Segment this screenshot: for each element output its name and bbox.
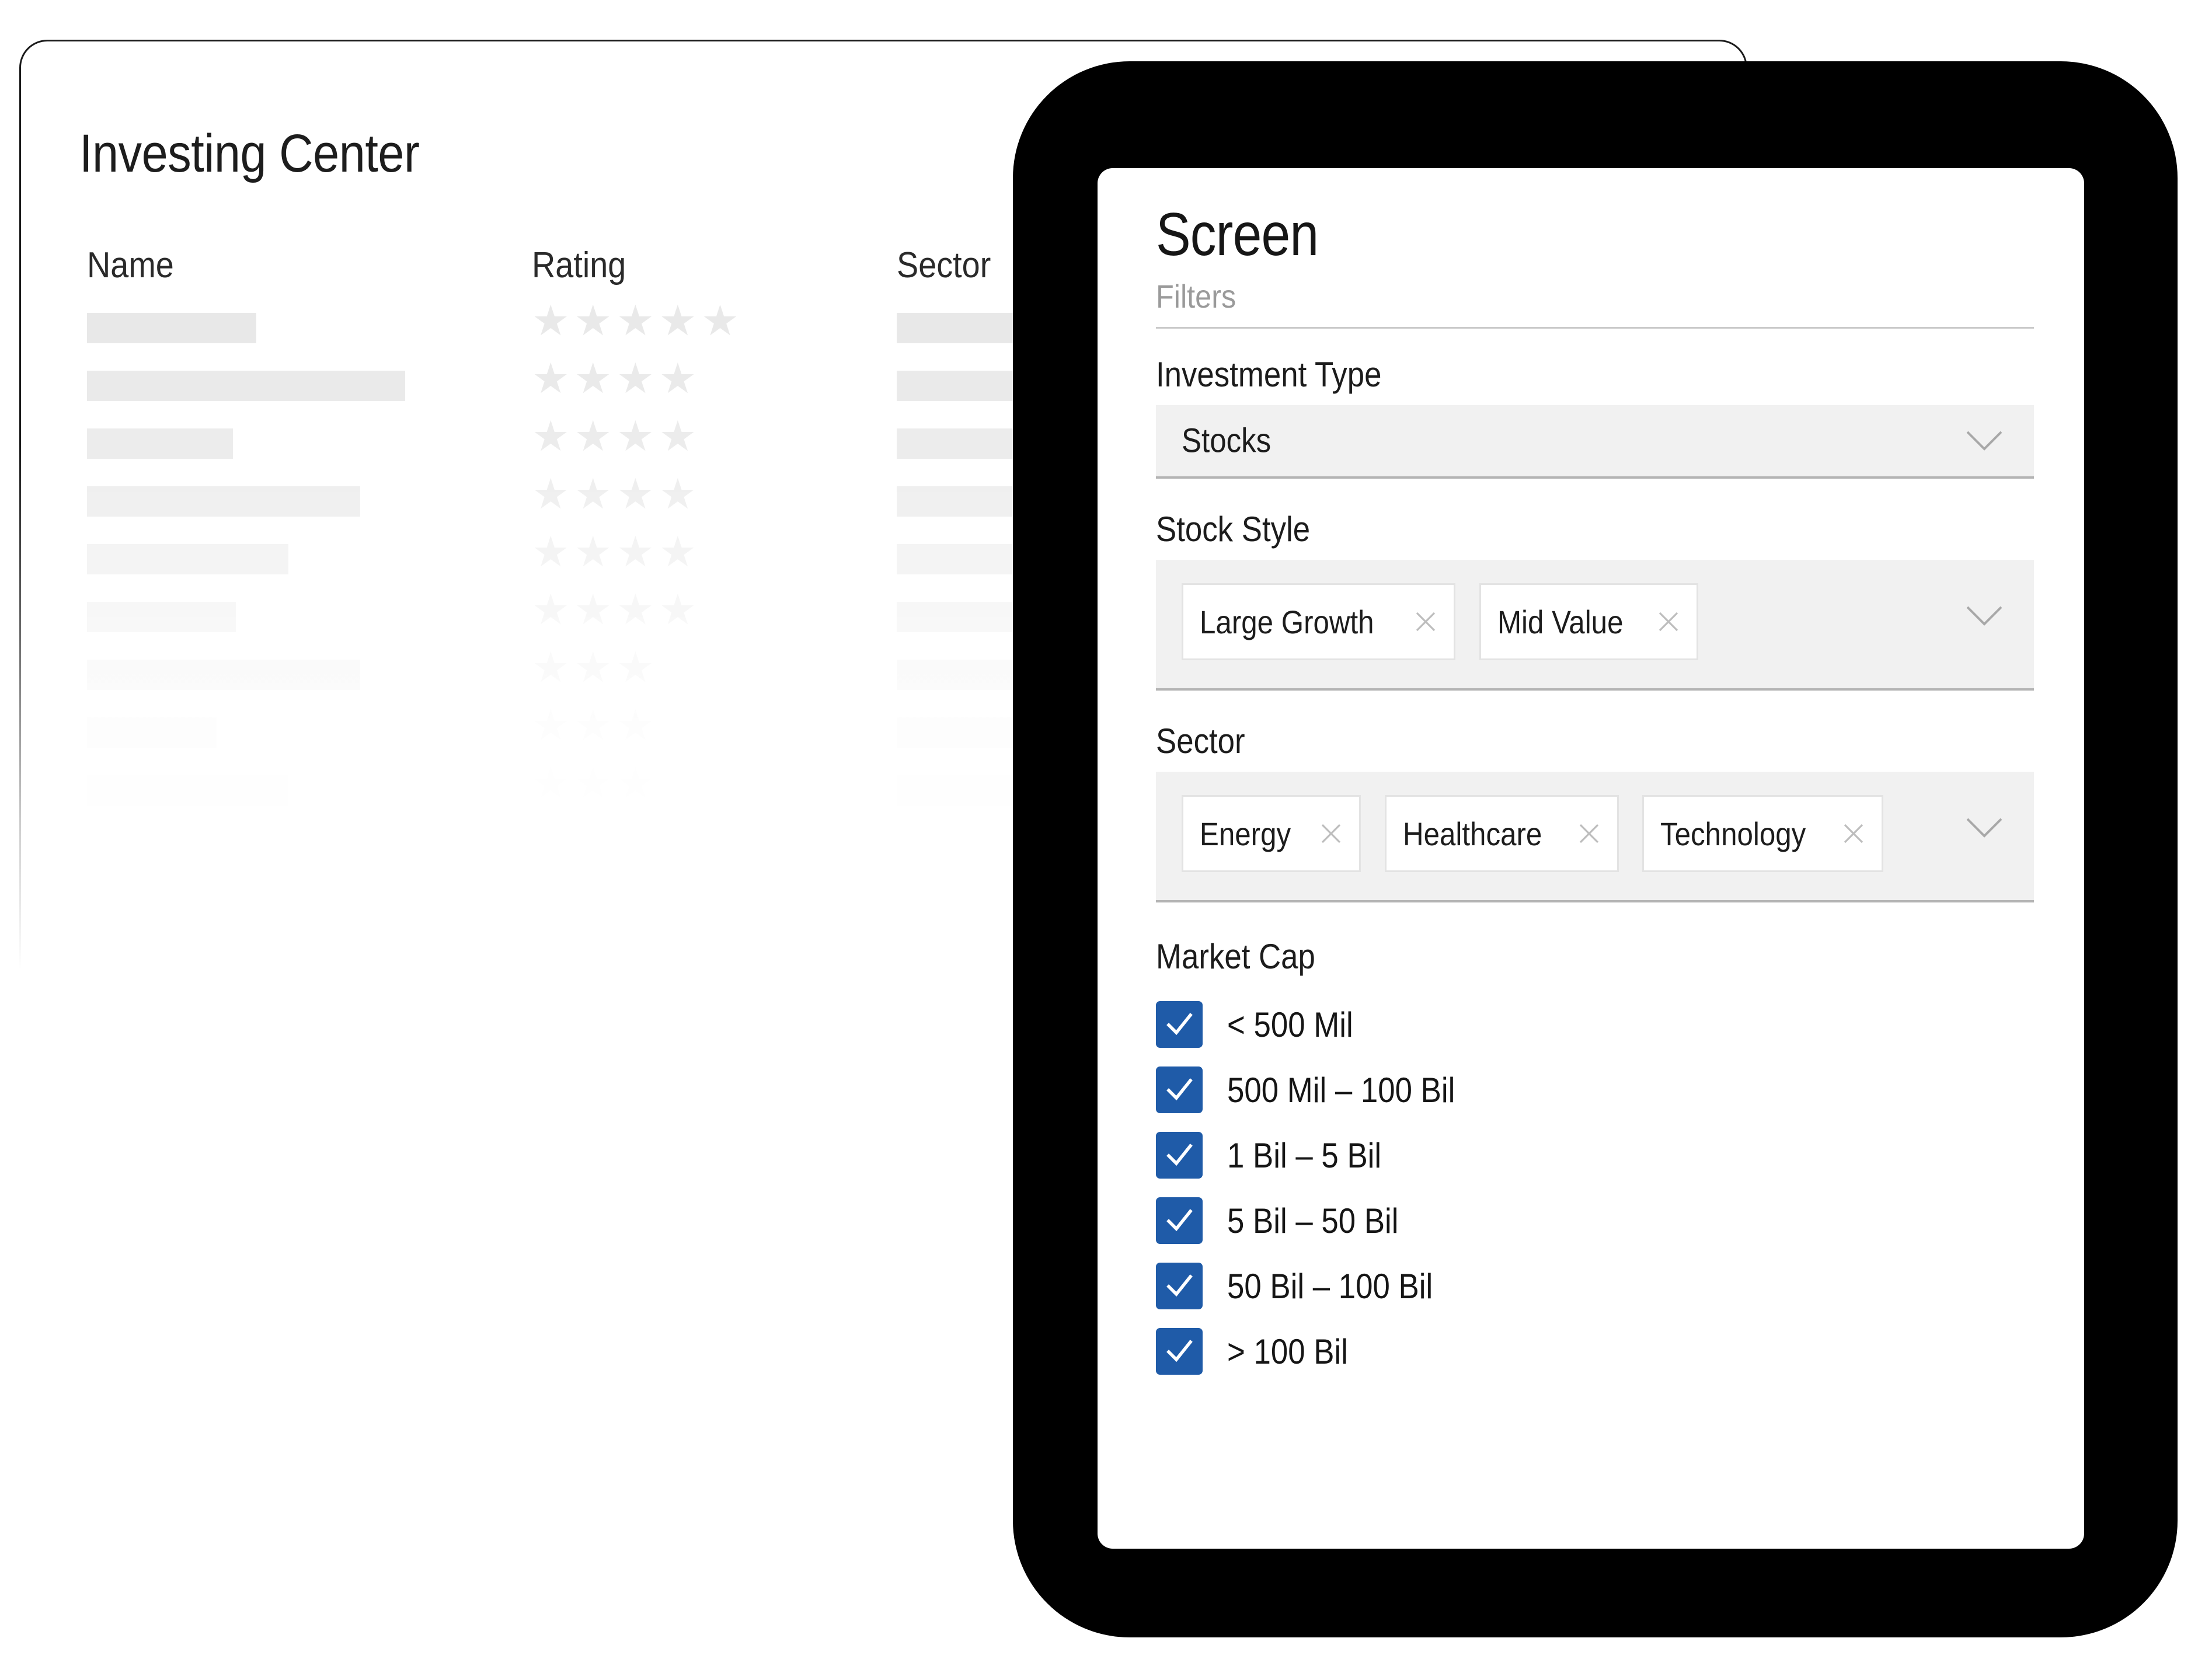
chip-technology[interactable]: Technology bbox=[1642, 795, 1883, 872]
chevron-down-icon[interactable] bbox=[1966, 431, 2002, 451]
placeholder-name-bar bbox=[87, 660, 360, 690]
filters-label: Filters bbox=[1156, 277, 1946, 319]
placeholder-name-bar bbox=[87, 775, 288, 806]
market-cap-option[interactable]: > 100 Bil bbox=[1156, 1319, 2034, 1384]
panel-title: Screen bbox=[1156, 203, 1911, 267]
placeholder-name-bar bbox=[87, 486, 360, 517]
market-cap-option[interactable]: 5 Bil – 50 Bil bbox=[1156, 1188, 2034, 1253]
market-cap-option[interactable]: 1 Bil – 5 Bil bbox=[1156, 1123, 2034, 1188]
screen-filter-panel: Screen Filters Investment Type Stocks St… bbox=[1098, 168, 2084, 1549]
close-icon[interactable] bbox=[1656, 609, 1681, 635]
checkbox[interactable] bbox=[1156, 1066, 1203, 1113]
field-label-investment-type: Investment Type bbox=[1156, 354, 1929, 395]
chip-mid-value[interactable]: Mid Value bbox=[1479, 583, 1698, 660]
checkbox[interactable] bbox=[1156, 1197, 1203, 1244]
market-cap-option[interactable]: 50 Bil – 100 Bil bbox=[1156, 1253, 2034, 1319]
rating-stars: ★★★ bbox=[532, 705, 659, 747]
market-cap-option[interactable]: < 500 Mil bbox=[1156, 992, 2034, 1057]
check-icon bbox=[1162, 1334, 1196, 1368]
check-icon bbox=[1162, 1138, 1196, 1172]
stock-style-multiselect[interactable]: Large Growth Mid Value bbox=[1156, 560, 2034, 691]
field-label-sector: Sector bbox=[1156, 721, 1929, 761]
chip-label: Energy bbox=[1200, 815, 1291, 853]
market-cap-option[interactable]: 500 Mil – 100 Bil bbox=[1156, 1057, 2034, 1123]
close-icon[interactable] bbox=[1841, 821, 1866, 846]
market-cap-option-label: > 100 Bil bbox=[1227, 1332, 1348, 1372]
placeholder-name-bar bbox=[87, 717, 217, 748]
close-icon[interactable] bbox=[1318, 821, 1344, 846]
rating-stars: ★★★★ bbox=[532, 589, 701, 631]
chip-label: Healthcare bbox=[1403, 815, 1542, 853]
rating-stars: ★★★★ bbox=[532, 473, 701, 515]
checkbox[interactable] bbox=[1156, 1001, 1203, 1048]
market-cap-option-label: < 500 Mil bbox=[1227, 1005, 1353, 1045]
checkbox[interactable] bbox=[1156, 1328, 1203, 1375]
rating-stars: ★★★ bbox=[532, 762, 659, 804]
close-icon[interactable] bbox=[1576, 821, 1602, 846]
rating-stars: ★★★★ bbox=[532, 416, 701, 458]
field-label-stock-style: Stock Style bbox=[1156, 509, 1929, 549]
column-header-name: Name bbox=[87, 245, 174, 286]
field-label-market-cap: Market Cap bbox=[1156, 936, 1929, 977]
investment-type-select[interactable]: Stocks bbox=[1156, 405, 2034, 479]
chip-label: Large Growth bbox=[1200, 603, 1374, 641]
placeholder-name-bar bbox=[87, 602, 236, 632]
close-icon[interactable] bbox=[1413, 609, 1438, 635]
chip-energy[interactable]: Energy bbox=[1182, 795, 1361, 872]
filters-divider bbox=[1156, 327, 2034, 329]
chip-label: Technology bbox=[1660, 815, 1806, 853]
placeholder-name-bar bbox=[87, 371, 405, 401]
rating-stars: ★★★★ bbox=[532, 358, 701, 400]
chevron-down-icon[interactable] bbox=[1966, 818, 2002, 838]
placeholder-sector-bar bbox=[897, 717, 1022, 748]
check-icon bbox=[1162, 1269, 1196, 1303]
rating-stars: ★★★★ bbox=[532, 531, 701, 573]
column-header-sector: Sector bbox=[897, 245, 991, 286]
investment-type-value: Stocks bbox=[1182, 421, 1271, 461]
placeholder-name-bar bbox=[87, 313, 256, 343]
placeholder-name-bar bbox=[87, 544, 288, 574]
market-cap-option-label: 500 Mil – 100 Bil bbox=[1227, 1070, 1455, 1110]
rating-stars: ★★★ bbox=[532, 647, 659, 689]
checkbox[interactable] bbox=[1156, 1132, 1203, 1179]
column-header-rating: Rating bbox=[532, 245, 626, 286]
checkbox[interactable] bbox=[1156, 1263, 1203, 1309]
market-cap-option-label: 1 Bil – 5 Bil bbox=[1227, 1135, 1381, 1176]
rating-stars: ★★★★★ bbox=[532, 300, 744, 342]
chevron-down-icon[interactable] bbox=[1966, 606, 2002, 626]
market-cap-option-label: 50 Bil – 100 Bil bbox=[1227, 1266, 1433, 1306]
chip-healthcare[interactable]: Healthcare bbox=[1385, 795, 1619, 872]
market-cap-option-label: 5 Bil – 50 Bil bbox=[1227, 1201, 1398, 1241]
check-icon bbox=[1162, 1204, 1196, 1238]
placeholder-name-bar bbox=[87, 428, 233, 459]
chip-large-growth[interactable]: Large Growth bbox=[1182, 583, 1455, 660]
market-cap-checkbox-group: < 500 Mil 500 Mil – 100 Bil 1 Bil – 5 Bil 5… bbox=[1156, 992, 2034, 1384]
check-icon bbox=[1162, 1073, 1196, 1107]
page-title: Investing Center bbox=[79, 123, 419, 184]
sector-multiselect[interactable]: Energy Healthcare Technology bbox=[1156, 772, 2034, 902]
check-icon bbox=[1162, 1008, 1196, 1041]
chip-label: Mid Value bbox=[1497, 603, 1623, 641]
